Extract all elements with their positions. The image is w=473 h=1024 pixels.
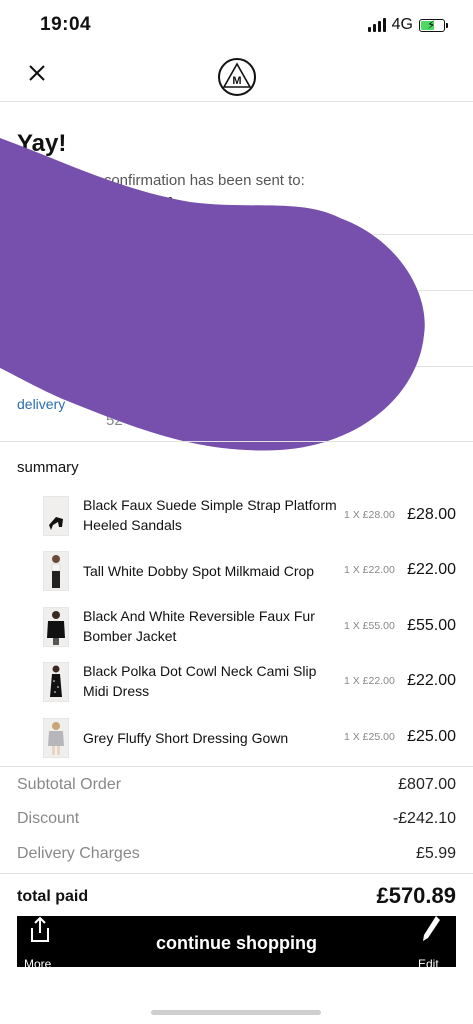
order-item: Black And White Reversible Faux Fur Bomb…	[0, 603, 473, 653]
home-indicator[interactable]	[151, 1010, 321, 1015]
item-qty: 1 X £55.00	[344, 620, 395, 632]
delivery-charges-value: £5.99	[415, 845, 456, 862]
item-name: Tall White Dobby Spot Milkmaid Crop	[83, 563, 315, 579]
item-price: £22.00	[407, 672, 456, 689]
item-price: £22.00	[407, 561, 456, 578]
summary-title: summary	[17, 459, 79, 476]
section-divider	[0, 766, 473, 767]
signal-icon	[367, 18, 386, 32]
edit-label[interactable]: Edit	[418, 957, 439, 971]
status-indicators: 4G ⚡	[367, 16, 448, 34]
order-item: Grey Fluffy Short Dressing Gown 1 X £25.…	[0, 714, 473, 764]
header-divider	[0, 101, 473, 102]
item-qty: 1 X £28.00	[344, 509, 395, 521]
item-qty: 1 X £22.00	[344, 564, 395, 576]
total-paid-value: £570.89	[376, 883, 456, 908]
network-label: 4G	[391, 16, 413, 33]
item-name: Grey Fluffy Short Dressing Gown	[83, 730, 289, 746]
discount-value: -£242.10	[392, 810, 456, 827]
more-label[interactable]: More	[24, 957, 51, 971]
order-item: Black Faux Suede Simple Strap Platform H…	[0, 492, 473, 542]
item-price: £25.00	[407, 728, 456, 745]
item-qty: 1 X £22.00	[344, 675, 395, 687]
battery-icon: ⚡	[419, 18, 448, 32]
product-thumbnail	[43, 607, 69, 647]
close-icon[interactable]	[24, 60, 50, 86]
total-paid-label: total paid	[17, 888, 89, 905]
totals-divider	[0, 873, 473, 874]
product-thumbnail	[43, 718, 69, 758]
product-thumbnail	[43, 551, 69, 591]
share-icon[interactable]	[27, 916, 53, 944]
subtotal-value: £807.00	[398, 776, 456, 793]
section-divider	[0, 441, 473, 442]
delivery-charges-label: Delivery Charges	[17, 845, 140, 862]
status-time: 19:04	[40, 14, 92, 35]
item-name: Black And White Reversible Faux Fur Bomb…	[83, 608, 315, 644]
brand-logo: M	[218, 58, 256, 96]
order-item: Black Polka Dot Cowl Neck Cami Slip Midi…	[0, 658, 473, 708]
product-thumbnail	[43, 496, 69, 536]
item-name: Black Polka Dot Cowl Neck Cami Slip Midi…	[83, 663, 317, 699]
item-qty: 1 X £25.00	[344, 731, 395, 743]
pencil-icon[interactable]	[420, 914, 442, 944]
redaction-scribble	[0, 138, 425, 451]
item-price: £55.00	[407, 617, 456, 634]
subtotal-label: Subtotal Order	[17, 776, 122, 793]
product-thumbnail	[43, 662, 69, 702]
order-item: Tall White Dobby Spot Milkmaid Crop 1 X …	[0, 547, 473, 597]
logo-letter: M	[232, 75, 241, 87]
item-name: Black Faux Suede Simple Strap Platform H…	[83, 497, 337, 533]
item-price: £28.00	[407, 506, 456, 523]
continue-shopping-label[interactable]: continue shopping	[17, 933, 456, 954]
discount-label: Discount	[17, 810, 80, 827]
